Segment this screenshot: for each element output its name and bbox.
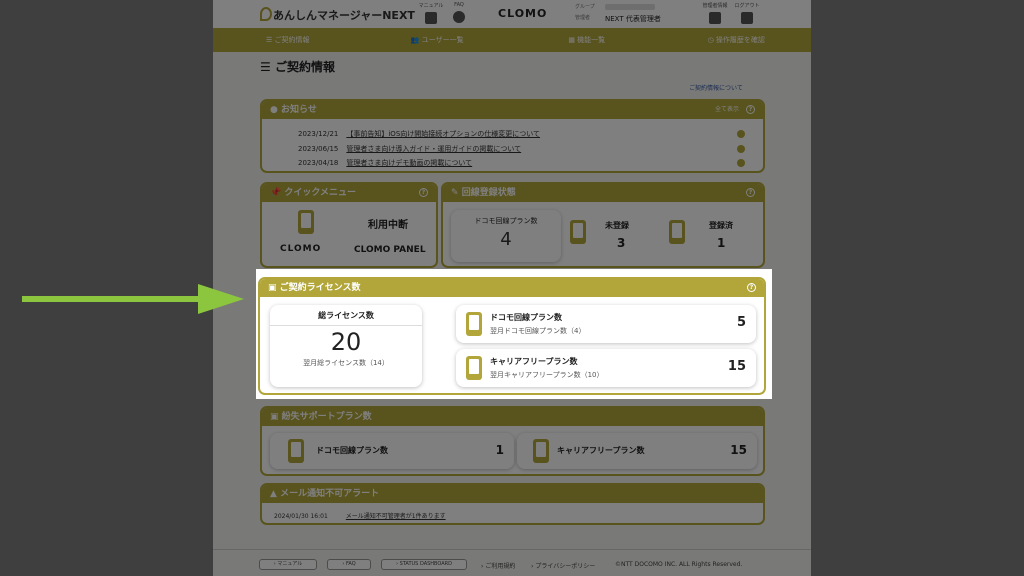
admin-info-button[interactable]: 管理者情報 — [701, 2, 729, 26]
faq-label: FAQ — [454, 2, 464, 8]
unregistered-label: 未登録 — [605, 221, 629, 230]
help-icon[interactable]: ? — [747, 283, 756, 292]
footer-status-button[interactable]: › STATUS DASHBOARD — [381, 559, 467, 570]
total-license-label: 総ライセンス数 — [270, 310, 422, 326]
total-license-next: 翌月総ライセンス数（14） — [303, 359, 389, 367]
carrier-license-box: キャリアフリープラン数 翌月キャリアフリープラン数（10） 15 — [456, 349, 756, 387]
registered-label: 登録済 — [709, 221, 733, 230]
group-label: グループ — [575, 4, 595, 10]
quick-menu-card: 📌 クイックメニュー? 利用中断 CLOMO CLOMO PANEL — [260, 182, 438, 268]
logout-icon — [741, 12, 753, 24]
lost-docomo-value: 1 — [495, 443, 504, 457]
chat-icon — [453, 11, 465, 23]
nav-item-contract[interactable]: ☰ ご契約情報 — [213, 28, 363, 52]
docomo-license-label: ドコモ回線プラン数 — [490, 313, 562, 322]
footer-manual-button[interactable]: › マニュアル — [259, 559, 317, 570]
lost-support-card: ▣ 紛失サポートプラン数 ドコモ回線プラン数 1 キャリアフリープラン数 15 — [260, 406, 765, 476]
license-card: ▣ ご契約ライセンス数? 総ライセンス数 20 翌月総ライセンス数（14） ドコ… — [258, 277, 766, 395]
lost-carrier-box: キャリアフリープラン数 15 — [517, 433, 757, 469]
main-nav: ☰ ご契約情報 👥 ユーザー一覧 ▦ 機能一覧 ◷ 操作履歴を確認 — [213, 28, 811, 52]
app-name[interactable]: あんしんマネージャーNEXT — [273, 7, 415, 23]
carrier-license-value: 15 — [727, 359, 746, 374]
line-status-header: ✎ 回線登録状態? — [443, 184, 763, 202]
lost-carrier-value: 15 — [730, 443, 747, 457]
logout-label: ログアウト — [734, 3, 760, 9]
nav-item-functions[interactable]: ▦ 機能一覧 — [512, 28, 662, 52]
contract-info-link[interactable]: ご契約情報について — [689, 83, 743, 92]
news-header: ● お知らせ 全て表示 ? — [262, 101, 763, 119]
phone-icon — [298, 210, 314, 234]
footer-copyright: ©NTT DOCOMO INC. ALL Rights Reserved. — [615, 561, 743, 568]
green-arrow-pointer — [22, 284, 244, 314]
help-icon[interactable]: ? — [746, 105, 755, 114]
faq-button[interactable]: FAQ — [445, 2, 473, 26]
clomo-panel-link[interactable]: CLOMO PANEL — [354, 245, 426, 255]
docomo-line-value: 4 — [500, 229, 512, 250]
docomo-license-next: 翌月ドコモ回線プラン数（4） — [490, 327, 586, 335]
mail-alert-header: ▲ メール通知不可アラート — [262, 485, 763, 503]
quick-menu-header: 📌 クイックメニュー? — [262, 184, 436, 202]
book-icon — [425, 12, 437, 24]
phone-registered-icon — [669, 220, 685, 244]
chevron-right-icon[interactable] — [737, 130, 745, 138]
app-logo-icon — [260, 7, 272, 21]
license-header: ▣ ご契約ライセンス数? — [260, 279, 764, 297]
news-item[interactable]: 2023/06/15 管理者さま向け導入ガイド・運用ガイドの掲載について — [298, 144, 521, 154]
docomo-d-icon — [466, 312, 482, 336]
chevron-right-icon[interactable] — [737, 145, 745, 153]
footer: › マニュアル › FAQ › STATUS DASHBOARD › ご利用規約… — [213, 549, 811, 576]
phone-unregistered-icon — [570, 220, 586, 244]
line-status-card: ✎ 回線登録状態? ドコモ回線プラン数 4 未登録 3 登録済 1 — [441, 182, 765, 268]
total-license-box: 総ライセンス数 20 翌月総ライセンス数（14） — [270, 305, 422, 387]
help-icon[interactable]: ? — [746, 188, 755, 197]
alert-row[interactable]: 2024/01/30 16:01 メール通知不可管理者が1件あります — [274, 511, 446, 520]
docomo-d-icon — [288, 439, 304, 463]
manual-button[interactable]: マニュアル — [417, 2, 445, 26]
admin-info-label: 管理者情報 — [702, 3, 728, 9]
nav-item-users[interactable]: 👥 ユーザー一覧 — [363, 28, 513, 52]
lost-carrier-label: キャリアフリープラン数 — [557, 446, 645, 455]
phone-icon — [533, 439, 549, 463]
lost-support-header: ▣ 紛失サポートプラン数 — [262, 408, 763, 426]
manager-value: NEXT 代表管理者 — [605, 15, 661, 23]
footer-privacy-link[interactable]: › プライバシーポリシー — [531, 561, 595, 570]
phone-icon — [466, 356, 482, 380]
user-gear-icon — [709, 12, 721, 24]
docomo-line-box: ドコモ回線プラン数 4 — [451, 210, 561, 262]
docomo-license-value: 5 — [736, 315, 746, 330]
news-card: ● お知らせ 全て表示 ? 2023/12/21 【事前告知】iOS向け開始接続オ… — [260, 99, 765, 173]
docomo-license-box: ドコモ回線プラン数 翌月ドコモ回線プラン数（4） 5 — [456, 305, 756, 343]
nav-item-history[interactable]: ◷ 操作履歴を確認 — [662, 28, 812, 52]
manager-label: 管理者 — [575, 15, 591, 21]
carrier-license-next: 翌月キャリアフリープラン数（10） — [490, 371, 604, 379]
total-license-value: 20 — [330, 328, 362, 356]
show-all-link[interactable]: 全て表示 — [715, 101, 739, 119]
registered-value: 1 — [717, 236, 726, 250]
lost-docomo-label: ドコモ回線プラン数 — [316, 446, 388, 455]
clomo-panel-logo: CLOMO — [280, 244, 322, 254]
manual-label: マニュアル — [418, 3, 444, 9]
unregistered-value: 3 — [617, 236, 626, 250]
carrier-license-label: キャリアフリープラン数 — [490, 357, 578, 366]
logout-button[interactable]: ログアウト — [733, 2, 761, 26]
footer-faq-button[interactable]: › FAQ — [327, 559, 371, 570]
top-header: あんしんマネージャーNEXT マニュアル FAQ CLOMO グループ 管理者 … — [213, 0, 811, 28]
quick-status[interactable]: 利用中断 — [368, 216, 408, 231]
clomo-logo: CLOMO — [498, 7, 548, 20]
footer-terms-link[interactable]: › ご利用規約 — [481, 561, 515, 570]
group-value-redacted — [605, 4, 655, 10]
mail-alert-card: ▲ メール通知不可アラート 2024/01/30 16:01 メール通知不可管理者… — [260, 483, 765, 525]
docomo-line-label: ドコモ回線プラン数 — [474, 217, 538, 225]
news-item[interactable]: 2023/04/18 管理者さま向けデモ動画の掲載について — [298, 158, 472, 168]
lost-docomo-box: ドコモ回線プラン数 1 — [270, 433, 514, 469]
help-icon[interactable]: ? — [419, 188, 428, 197]
page-title: ☰ ご契約情報 — [260, 60, 335, 74]
chevron-right-icon[interactable] — [737, 159, 745, 167]
news-item[interactable]: 2023/12/21 【事前告知】iOS向け開始接続オプションの仕様変更について — [298, 129, 540, 139]
